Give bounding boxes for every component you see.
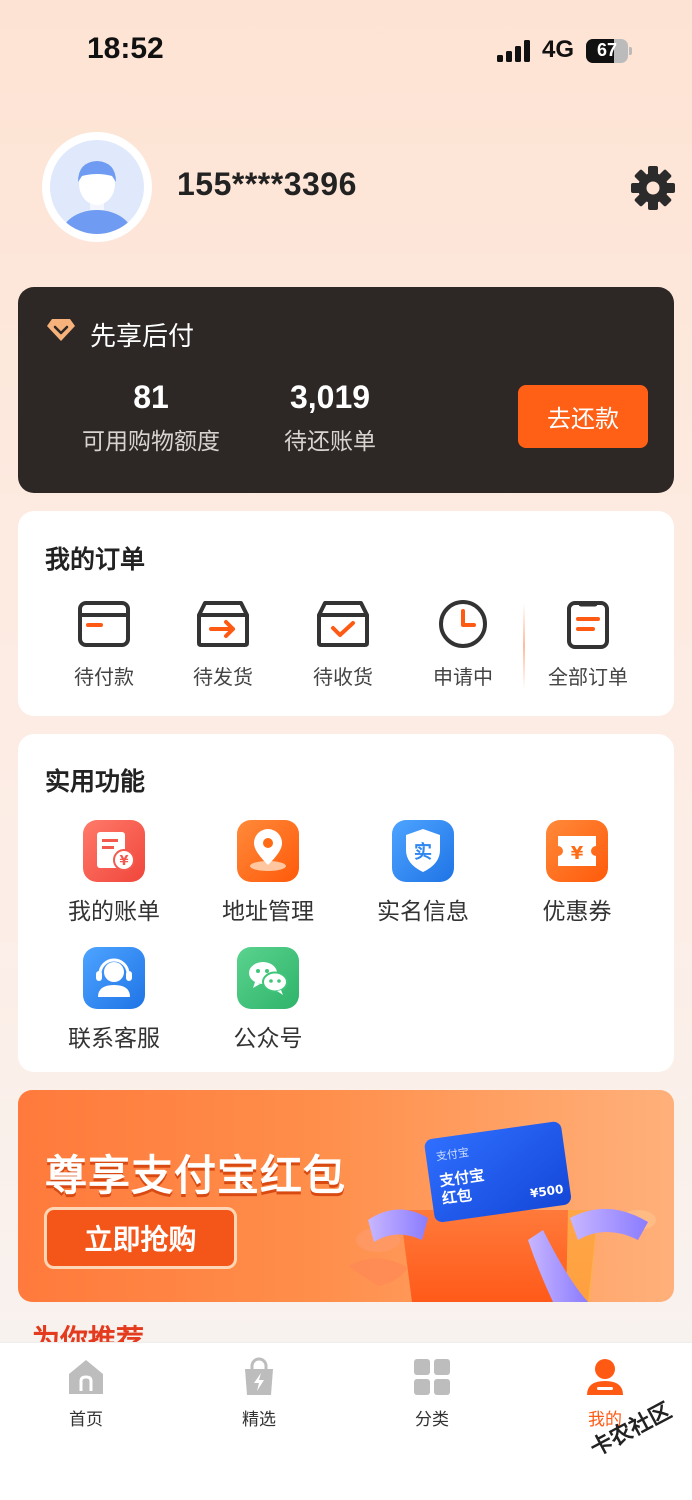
gift-box-illustration: 支付宝 支付宝 红包 ¥500 <box>348 1121 656 1302</box>
orders-card: 我的订单 待付款 待发货 待收货 申请中 全部订单 <box>18 511 674 716</box>
order-pending-payment[interactable]: 待付款 <box>44 599 164 690</box>
tool-label: 地址管理 <box>222 899 314 925</box>
network-type: 4G <box>542 36 575 63</box>
user-icon <box>587 1359 623 1395</box>
tool-my-bills[interactable]: ¥ 我的账单 <box>39 820 189 926</box>
tool-coupons[interactable]: ¥ 优惠券 <box>502 820 652 926</box>
status-bar: 18:52 4G 67 <box>0 0 692 100</box>
tab-label: 首页 <box>69 1410 103 1430</box>
tool-label: 实名信息 <box>377 899 469 925</box>
clipboard-list-icon <box>567 601 609 649</box>
svg-text:¥: ¥ <box>571 843 584 864</box>
avatar[interactable] <box>42 132 152 242</box>
tool-label: 优惠券 <box>542 899 612 925</box>
user-phone: 155****3396 <box>177 166 357 202</box>
box-check-icon <box>317 601 369 647</box>
shield-id-icon: 实 <box>392 820 454 882</box>
bill-value: 3,019 <box>289 379 371 415</box>
tab-home[interactable]: 首页 <box>26 1357 146 1430</box>
coupon-icon: ¥ <box>546 820 608 882</box>
order-to-ship[interactable]: 待发货 <box>163 599 283 690</box>
tool-label: 我的账单 <box>68 899 160 925</box>
tool-real-name[interactable]: 实 实名信息 <box>348 820 498 926</box>
order-label: 全部订单 <box>548 665 628 689</box>
shopping-bag-icon <box>245 1357 273 1395</box>
bnpl-title: 先享后付 <box>90 322 195 352</box>
tab-label: 分类 <box>415 1410 449 1430</box>
bill-stat[interactable]: 3,019 待还账单 <box>265 379 395 456</box>
grid-icon <box>414 1359 450 1395</box>
wallet-card-icon <box>78 601 130 647</box>
repay-button[interactable]: 去还款 <box>518 385 648 448</box>
tab-featured[interactable]: 精选 <box>199 1357 319 1430</box>
bill-icon: ¥ <box>83 820 145 882</box>
tools-heading: 实用功能 <box>45 767 146 796</box>
tool-customer-service[interactable]: 联系客服 <box>39 947 189 1053</box>
wechat-icon <box>237 947 299 1009</box>
tool-label: 公众号 <box>233 1026 303 1052</box>
order-label: 申请中 <box>433 665 493 689</box>
tool-address[interactable]: 地址管理 <box>193 820 343 926</box>
box-arrow-icon <box>197 601 249 647</box>
order-label: 待收货 <box>313 665 373 689</box>
home-icon <box>69 1360 103 1394</box>
diamond-icon <box>47 319 75 341</box>
bill-label: 待还账单 <box>284 429 376 455</box>
order-label: 待付款 <box>74 665 134 689</box>
order-all[interactable]: 全部订单 <box>528 599 648 690</box>
headset-icon <box>83 947 145 1009</box>
tool-label: 联系客服 <box>68 1026 160 1052</box>
credit-value: 81 <box>133 379 169 415</box>
order-applying[interactable]: 申请中 <box>403 599 523 690</box>
battery-icon: 67 <box>586 39 632 63</box>
tab-bar: 首页 精选 分类 我的 <box>0 1342 692 1500</box>
buy-now-button[interactable]: 立即抢购 <box>44 1207 237 1269</box>
order-to-receive[interactable]: 待收货 <box>283 599 403 690</box>
order-label: 待发货 <box>193 665 253 689</box>
svg-text:实: 实 <box>414 841 432 863</box>
tab-category[interactable]: 分类 <box>372 1357 492 1430</box>
orders-heading: 我的订单 <box>45 545 146 574</box>
credit-stat[interactable]: 81 可用购物额度 <box>76 379 226 456</box>
clock-icon <box>439 600 487 648</box>
location-pin-icon <box>237 820 299 882</box>
credit-label: 可用购物额度 <box>82 429 220 455</box>
tab-label: 精选 <box>242 1410 276 1430</box>
gear-icon[interactable] <box>630 165 676 211</box>
order-divider <box>523 603 525 689</box>
battery-level: 67 <box>596 40 618 60</box>
alipay-banner[interactable]: 尊享支付宝红包 立即抢购 支付宝 支付宝 红包 ¥500 <box>18 1090 674 1302</box>
banner-headline: 尊享支付宝红包 <box>45 1151 347 1200</box>
svg-text:¥: ¥ <box>119 854 128 869</box>
bnpl-card: 先享后付 81 可用购物额度 3,019 待还账单 去还款 <box>18 287 674 493</box>
status-time: 18:52 <box>87 32 164 65</box>
tool-official-account[interactable]: 公众号 <box>193 947 343 1053</box>
user-avatar-icon <box>61 161 133 234</box>
signal-icon <box>497 40 533 62</box>
tools-card: 实用功能 ¥ 我的账单 地址管理 实 实名信息 ¥ 优惠券 联系客服 公众号 <box>18 734 674 1072</box>
